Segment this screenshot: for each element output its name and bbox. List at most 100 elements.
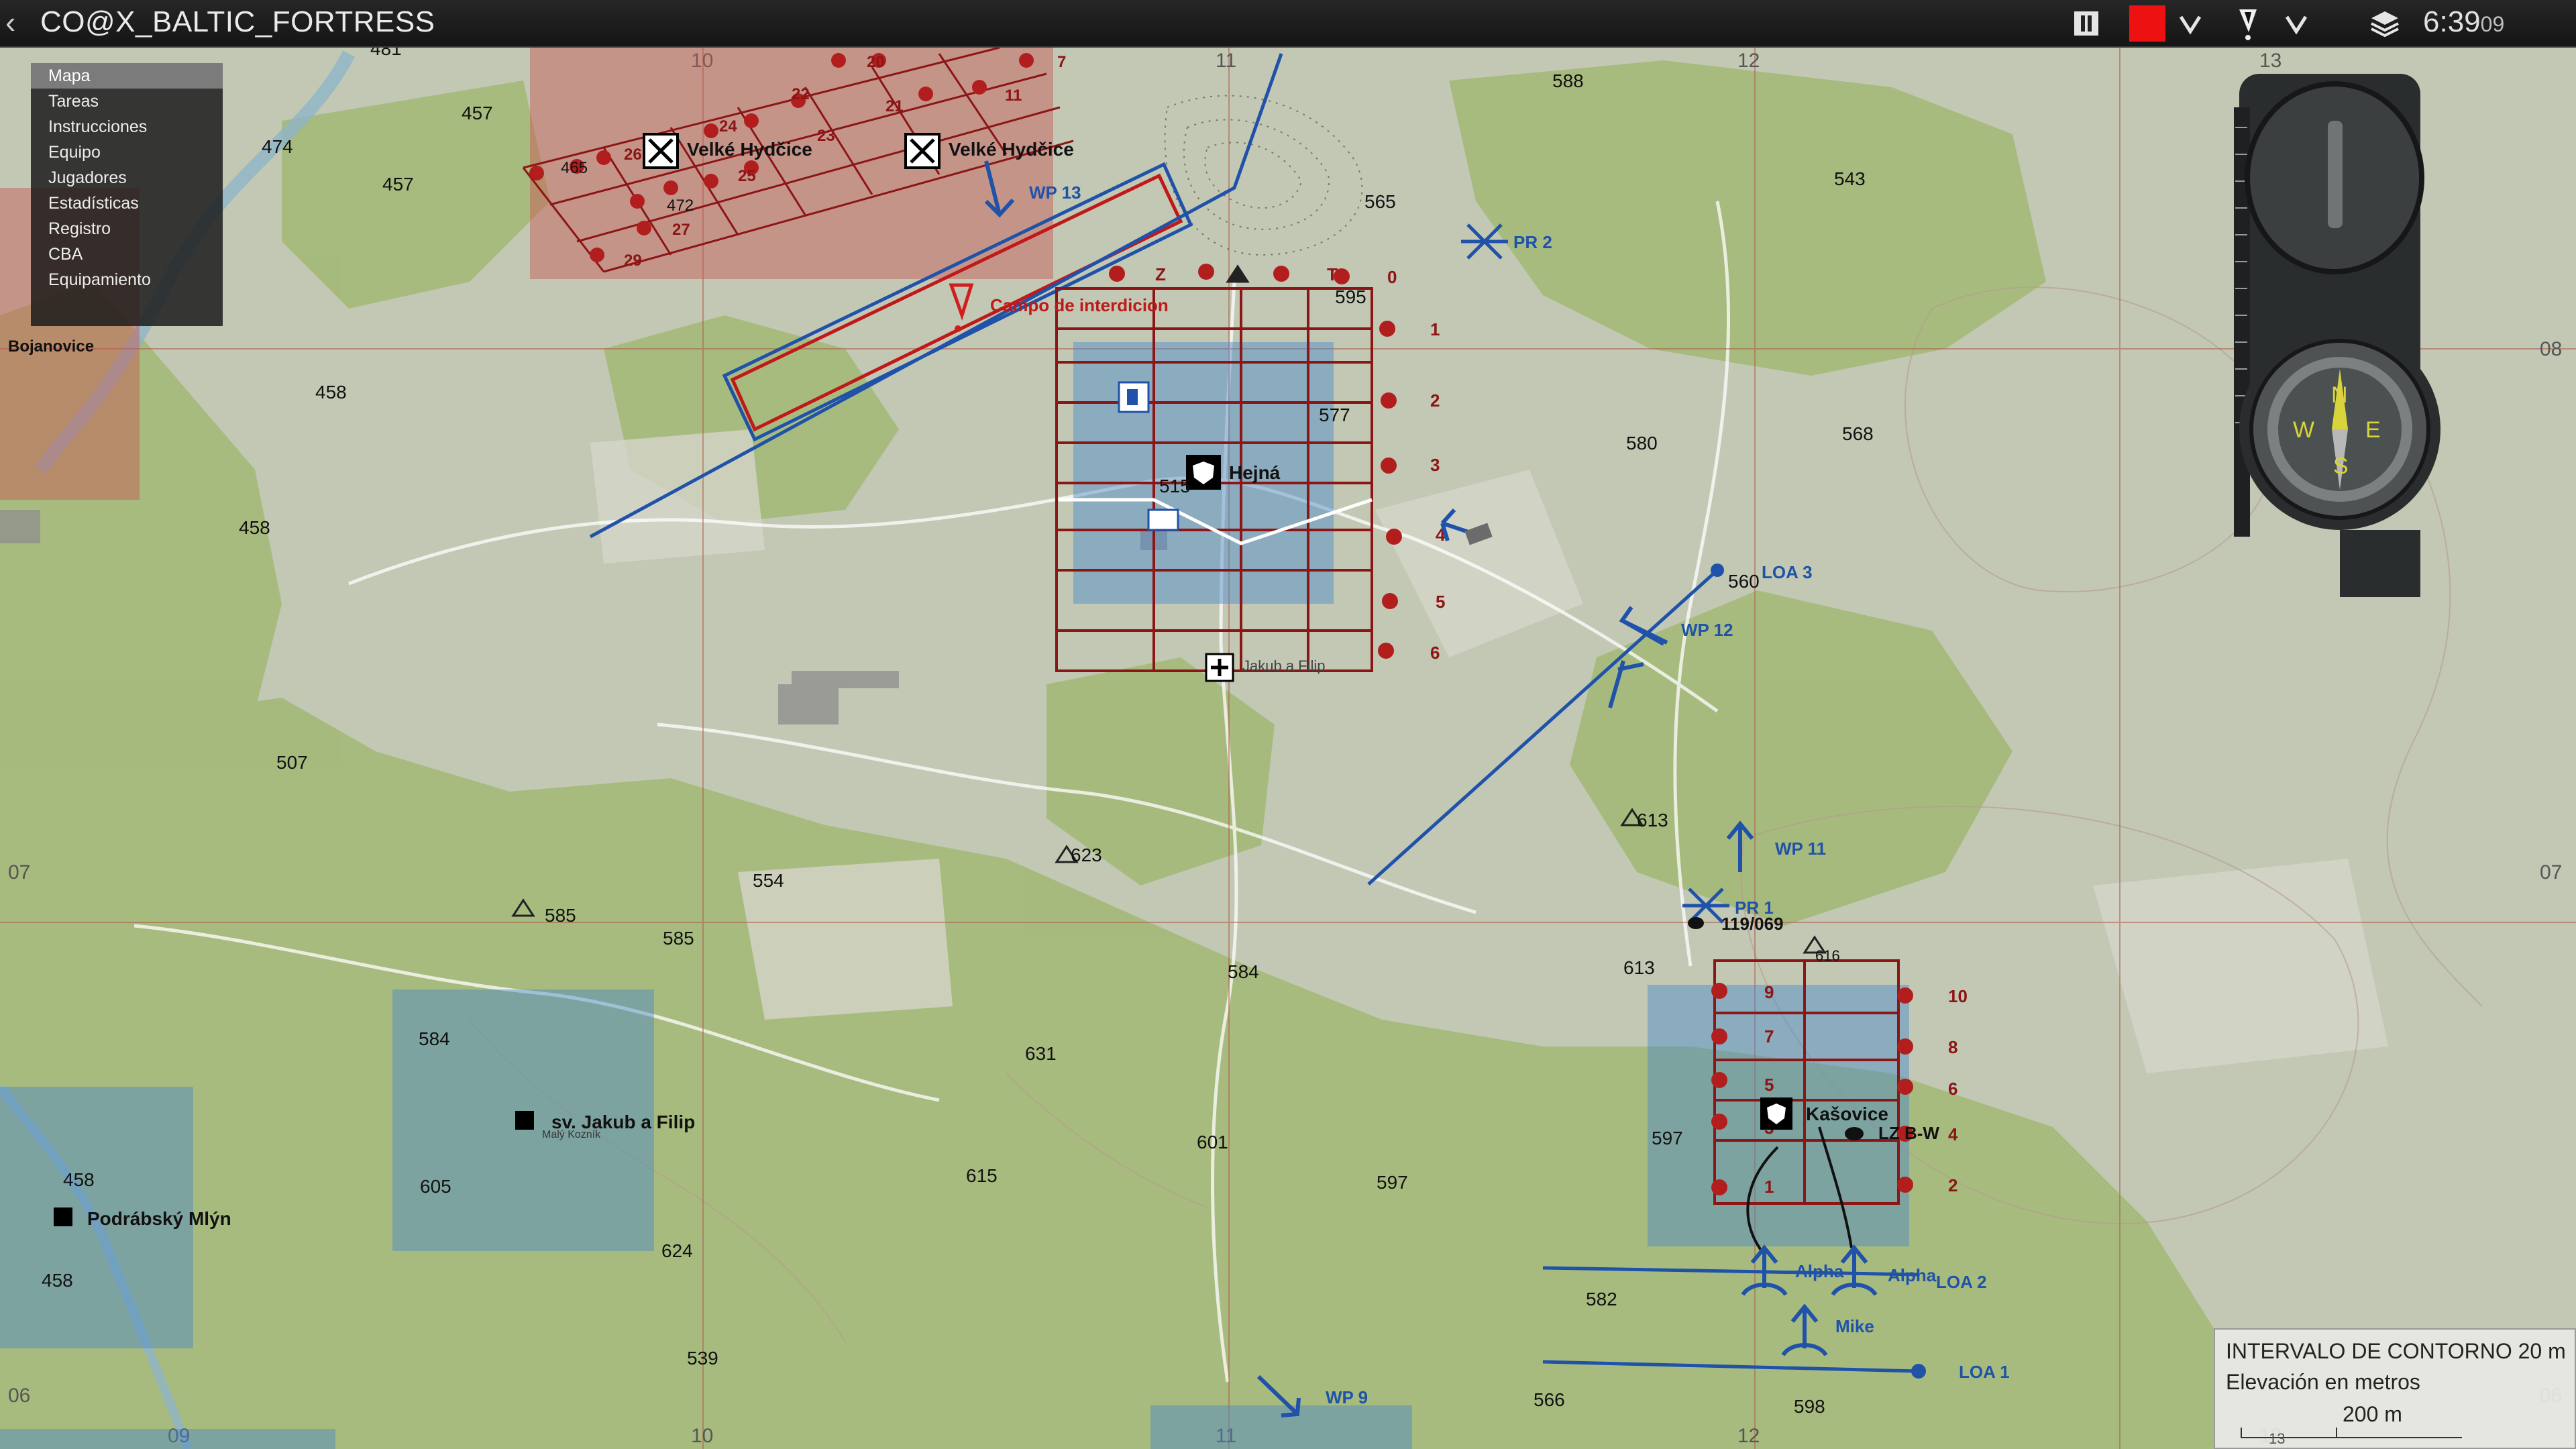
place-name: Bojanovice xyxy=(8,337,94,356)
waypoint-label: Alpha xyxy=(1795,1261,1844,1281)
place-name: Hejná xyxy=(1229,462,1281,483)
menu-item-tareas[interactable]: Tareas xyxy=(31,89,223,114)
place-name: Jakub a Filip xyxy=(1242,657,1326,674)
village-dot-label: 11 xyxy=(1005,87,1022,105)
elevation-label: 616 xyxy=(1815,947,1840,964)
elevation-label: 601 xyxy=(1197,1132,1228,1152)
elevation-label: 580 xyxy=(1626,433,1658,453)
pause-icon[interactable] xyxy=(2068,5,2104,42)
waypoint-label: LOA 3 xyxy=(1762,562,1813,582)
grid-label: 07 xyxy=(2540,861,2562,883)
elevation-label: 624 xyxy=(661,1240,693,1261)
grid-row-label: 8 xyxy=(1948,1037,1957,1057)
elevation-label: 465 xyxy=(561,159,588,177)
menu-item-cba[interactable]: CBA xyxy=(31,241,223,267)
menu-item-estadisticas[interactable]: Estadísticas xyxy=(31,191,223,216)
place-name: Velké Hydčice xyxy=(949,139,1074,160)
clock-time: 6:39 xyxy=(2423,5,2481,38)
grid-row-label: 4 xyxy=(1948,1124,1958,1144)
grid-row-label: 1 xyxy=(1764,1177,1774,1197)
elevation-label: 515 xyxy=(1159,476,1191,496)
elevation-label: 615 xyxy=(966,1165,998,1186)
grid-label: 06 xyxy=(8,1385,30,1407)
grid-row-label: 9 xyxy=(1764,982,1774,1002)
grid-label: 12 xyxy=(1737,50,1760,72)
layers-icon[interactable] xyxy=(2367,5,2403,42)
back-chevron-icon[interactable]: ‹ xyxy=(5,4,15,40)
elevation-label: 582 xyxy=(1586,1289,1617,1309)
kasovice-marker-icon[interactable] xyxy=(1760,1097,1792,1130)
village-dot-label: 21 xyxy=(885,97,904,115)
marker-type-icon[interactable] xyxy=(2229,5,2267,42)
grid-row-label: 1 xyxy=(1430,319,1440,339)
waypoint-label: WP 12 xyxy=(1681,620,1733,640)
grid-row-label: 10 xyxy=(1948,986,1968,1006)
grid-row-label: 5 xyxy=(1436,592,1445,612)
menu-item-jugadores[interactable]: Jugadores xyxy=(31,165,223,191)
elevation-unit-label: Elevación en metros xyxy=(2226,1370,2420,1394)
village-dot-label: 27 xyxy=(672,221,690,239)
elevation-label: 554 xyxy=(753,870,784,891)
position-marker-icon[interactable] xyxy=(1688,917,1704,929)
svg-text:S: S xyxy=(2333,453,2349,479)
elevation-label: 585 xyxy=(663,928,694,949)
mlyn-marker-icon[interactable] xyxy=(54,1208,72,1226)
jakub-marker-icon[interactable] xyxy=(515,1111,534,1130)
swords-marker-icon[interactable] xyxy=(904,133,941,169)
waypoint-label: Mike xyxy=(1835,1316,1874,1336)
briefing-menu: Mapa Tareas Instrucciones Equipo Jugador… xyxy=(31,63,223,326)
elevation-label: 577 xyxy=(1319,405,1350,425)
village-dot-label: 26 xyxy=(624,146,642,164)
elevation-label: 565 xyxy=(1364,191,1396,212)
grid-row-label: 6 xyxy=(1430,643,1440,663)
elevation-label: 568 xyxy=(1842,423,1874,444)
menu-item-registro[interactable]: Registro xyxy=(31,216,223,241)
swords-marker-icon[interactable] xyxy=(643,133,679,169)
lz-marker-icon[interactable] xyxy=(1845,1127,1864,1140)
chevron-down-icon[interactable] xyxy=(2279,5,2313,42)
waypoint-label: 119/069 xyxy=(1721,914,1784,934)
grid-row-label: 7 xyxy=(1764,1026,1774,1046)
elevation-label: 539 xyxy=(687,1348,718,1368)
elevation-label: 458 xyxy=(315,382,347,402)
waypoint-label: LZ B-W xyxy=(1878,1123,1939,1143)
tactical-map[interactable]: 10 11 12 13 09 10 11 12 13 07 06 08 07 0… xyxy=(0,0,2576,1449)
elevation-label: 613 xyxy=(1637,810,1668,830)
menu-item-equipamiento[interactable]: Equipamiento xyxy=(31,267,223,292)
grid-row-label: 6 xyxy=(1948,1079,1957,1099)
compass-icon[interactable]: N W E S xyxy=(2227,67,2449,604)
menu-item-instrucciones[interactable]: Instrucciones xyxy=(31,114,223,140)
elevation-label: 623 xyxy=(1071,845,1102,865)
hejna-marker-icon[interactable] xyxy=(1186,455,1221,490)
elevation-label: 597 xyxy=(1377,1172,1408,1193)
elevation-label: 613 xyxy=(1623,957,1655,978)
grid-label: 12 xyxy=(1737,1425,1760,1447)
menu-item-equipo[interactable]: Equipo xyxy=(31,140,223,165)
grid-corner-label: T xyxy=(1327,264,1338,284)
elevation-label: 543 xyxy=(1834,168,1866,189)
menu-item-mapa[interactable]: Mapa xyxy=(31,63,223,89)
grid-row-label: 2 xyxy=(1948,1175,1957,1195)
grid-label: 08 xyxy=(2540,338,2562,360)
place-name: Malý Kozník xyxy=(542,1129,601,1140)
map-legend: INTERVALO DE CONTORNO 20 m Elevación en … xyxy=(2214,1328,2576,1449)
waypoint-label: WP 11 xyxy=(1775,839,1826,859)
chevron-down-icon[interactable] xyxy=(2174,5,2207,42)
village-dot-label: 23 xyxy=(817,127,835,145)
radio-icon xyxy=(1147,508,1179,531)
grid-row-label: 5 xyxy=(1764,1075,1774,1095)
place-name: Kašovice xyxy=(1806,1104,1888,1124)
waypoint-label: LOA 1 xyxy=(1959,1362,2010,1382)
grid-label: 07 xyxy=(8,861,30,883)
scale-label: 200 m xyxy=(2343,1402,2402,1426)
elevation-label: 560 xyxy=(1728,571,1760,592)
waypoint-label: PR 2 xyxy=(1513,232,1552,252)
waypoint-label: LOA 2 xyxy=(1936,1272,1987,1292)
annotation-label: Campo de interdicion xyxy=(990,295,1169,315)
grid-label: 10 xyxy=(691,1425,713,1447)
elevation-label: 584 xyxy=(419,1028,450,1049)
village-dot-label: 25 xyxy=(738,167,756,185)
mission-title: CO@X_BALTIC_FORTRESS xyxy=(40,5,435,38)
village-dot-label: 7 xyxy=(1057,53,1066,71)
red-marker-color-icon[interactable] xyxy=(2128,5,2167,42)
